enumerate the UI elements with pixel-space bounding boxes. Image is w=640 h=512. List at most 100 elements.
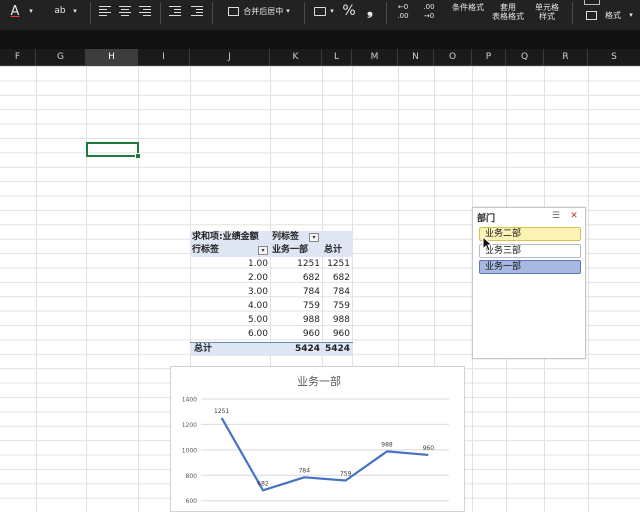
chart-series [220, 417, 429, 492]
column-header-r[interactable]: R [544, 49, 588, 66]
align-left-button[interactable] [98, 4, 112, 18]
font-color-button[interactable]: A [6, 2, 24, 20]
chart-series-line[interactable] [220, 417, 429, 492]
column-header-n[interactable]: N [398, 49, 434, 66]
increase-indent-button[interactable] [190, 4, 204, 18]
chevron-down-icon[interactable]: ▾ [26, 4, 36, 18]
format-painter-icon: ab [54, 6, 66, 16]
chevron-down-icon[interactable]: ▾ [70, 4, 80, 18]
mouse-pointer-icon [482, 236, 494, 252]
merge-center-button[interactable]: 合并后居中 ▾ [220, 3, 298, 19]
pivot-cell-value[interactable]: 682 [270, 272, 322, 285]
column-header-q[interactable]: Q [506, 49, 544, 66]
divider [386, 2, 387, 24]
divider [304, 2, 305, 24]
slicer-item-sales-2[interactable]: 业务二部 [479, 227, 581, 241]
pivot-row-label[interactable]: 2.00 [190, 272, 270, 285]
clear-filter-icon[interactable]: ✕ [569, 211, 579, 221]
percent-icon: % [342, 3, 356, 19]
pivot-row-total[interactable]: 784 [322, 286, 352, 299]
cell-style-button[interactable]: 单元格 样式 [530, 1, 564, 23]
pivot-grand-total-sum[interactable]: 5424 [322, 343, 352, 356]
merge-cells-icon [228, 6, 240, 16]
format-button[interactable]: 格式 [600, 9, 626, 21]
pivot-grand-total-header[interactable]: 总计 [324, 244, 352, 257]
column-header-row: F G H I J K L M N O P Q R S [0, 49, 640, 66]
pivot-row-label[interactable]: 4.00 [190, 300, 270, 313]
active-cell-selection[interactable] [86, 142, 141, 159]
pivot-row-total[interactable]: 759 [322, 300, 352, 313]
column-header-o[interactable]: O [434, 49, 472, 66]
increase-indent-icon [191, 6, 203, 16]
pivot-row-total[interactable]: 988 [322, 314, 352, 327]
chart-y-tick-label: 1400 [182, 397, 197, 404]
slicer-item-sales-3[interactable]: 业务三部 [479, 244, 581, 258]
conditional-format-button[interactable]: 条件格式 [448, 2, 488, 12]
pivot-department-header[interactable]: 业务一部 [272, 244, 322, 257]
slicer-item-sales-1[interactable]: 业务一部 [479, 260, 581, 274]
column-header-h[interactable]: H [86, 49, 138, 66]
align-right-icon [139, 6, 151, 16]
decrease-indent-button[interactable] [168, 4, 182, 18]
format-cells-button[interactable] [584, 9, 598, 21]
pivot-data-row: 5.00 988 988 [190, 314, 353, 327]
pivot-cell-value[interactable]: 960 [270, 328, 322, 341]
column-header-m[interactable]: M [352, 49, 398, 66]
column-header-l[interactable]: L [322, 49, 352, 66]
column-header-s[interactable]: S [588, 49, 640, 66]
chart-data-label: 988 [381, 441, 393, 448]
table-format-button[interactable]: 套用 表格格式 [488, 1, 528, 23]
column-header-g[interactable]: G [36, 49, 86, 66]
pivot-row-label[interactable]: 5.00 [190, 314, 270, 327]
chart-data-label: 1251 [214, 408, 229, 415]
pivot-grand-total-value[interactable]: 5424 [270, 343, 322, 356]
column-header-i[interactable]: I [138, 49, 190, 66]
column-header-j[interactable]: J [190, 49, 270, 66]
font-color-icon: A [10, 3, 20, 19]
divider [90, 2, 91, 24]
format-label: 格式 [605, 10, 621, 20]
pivot-cell-value[interactable]: 759 [270, 300, 322, 313]
pivot-value-field-label[interactable]: 求和项:业绩金额 [192, 231, 270, 244]
align-right-button[interactable] [138, 4, 152, 18]
chart-y-tick-label: 600 [186, 498, 198, 505]
pivot-row-label[interactable]: 1.00 [190, 258, 270, 271]
increase-decimal-icon: ←0 .00 [397, 3, 409, 20]
conditional-format-label: 条件格式 [452, 2, 484, 12]
decrease-decimal-button[interactable]: .00 →0 [418, 3, 440, 21]
format-painter-button[interactable]: ab [50, 2, 70, 20]
pivot-row-label[interactable]: 3.00 [190, 286, 270, 299]
row-filter-dropdown-icon[interactable]: ▾ [258, 246, 268, 255]
column-header-p[interactable]: P [472, 49, 506, 66]
pivot-data-row: 6.00 960 960 [190, 328, 353, 341]
insert-cells-icon[interactable] [584, 0, 600, 5]
increase-decimal-button[interactable]: ←0 .00 [392, 3, 414, 21]
pivot-grand-total-label[interactable]: 总计 [194, 343, 264, 356]
pivot-cell-value[interactable]: 988 [270, 314, 322, 327]
chevron-down-icon[interactable]: ▾ [626, 9, 636, 21]
chart-y-tick-label: 800 [186, 473, 198, 480]
chart-data-label: 960 [423, 445, 435, 452]
pivot-row-total[interactable]: 1251 [322, 258, 352, 271]
number-format-button[interactable] [312, 3, 328, 19]
column-header-f[interactable]: F [0, 49, 36, 66]
table-format-label-1: 套用 [500, 3, 516, 12]
chevron-down-icon: ▾ [286, 7, 290, 15]
chevron-down-icon[interactable]: ▾ [328, 4, 336, 18]
department-slicer[interactable]: 部门 ☰ ✕ 业务二部 业务三部 业务一部 [472, 207, 586, 359]
comma-style-button[interactable]: ❟ [362, 1, 378, 19]
pivot-row-labels-header[interactable]: 行标签 [192, 244, 252, 257]
multi-select-icon[interactable]: ☰ [551, 211, 561, 221]
pivot-cell-value[interactable]: 784 [270, 286, 322, 299]
column-header-k[interactable]: K [270, 49, 322, 66]
filter-dropdown-icon[interactable]: ▾ [309, 233, 319, 242]
pivot-grand-total-row: 总计 5424 5424 [190, 342, 353, 356]
pivot-cell-value[interactable]: 1251 [270, 258, 322, 271]
line-chart[interactable]: 业务一部 1400 1200 1000 800 600 1251 682 784 759 988… [170, 366, 465, 512]
align-center-button[interactable] [118, 4, 132, 18]
percent-button[interactable]: % [340, 2, 358, 20]
pivot-row-total[interactable]: 682 [322, 272, 352, 285]
pivot-row-total[interactable]: 960 [322, 328, 352, 341]
pivot-column-labels-header[interactable]: 列标签 [272, 231, 308, 244]
pivot-row-label[interactable]: 6.00 [190, 328, 270, 341]
